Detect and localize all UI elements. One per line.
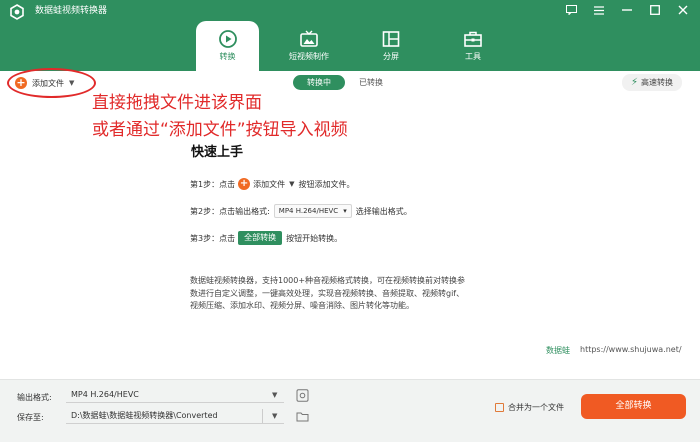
tab-converting[interactable]: 转换中: [293, 75, 345, 90]
annotation-line-1: 直接拖拽文件进该界面: [92, 93, 262, 113]
tab-converted[interactable]: 已转换: [345, 75, 397, 90]
merge-label: 合并为一个文件: [508, 403, 564, 412]
step1-prefix: 第1步：点击: [190, 179, 236, 189]
convert-icon: [218, 30, 237, 48]
window-controls: [564, 3, 690, 17]
tab-convert[interactable]: 转换: [196, 21, 259, 71]
status-segment: 转换中 已转换: [293, 75, 397, 90]
feedback-icon[interactable]: [564, 3, 578, 17]
step3-prefix: 第3步：点击: [190, 233, 236, 243]
step-2: 第2步：点击输出格式: MP4 H.264/HEVC ▾ 选择输出格式。: [190, 204, 412, 218]
format-chip: MP4 H.264/HEVC ▾: [273, 204, 352, 218]
convert-all-button[interactable]: 全部转换: [581, 394, 686, 419]
step1-suffix: 按钮添加文件。: [298, 179, 355, 189]
close-icon[interactable]: [676, 3, 690, 17]
chevron-down-icon: ▾: [343, 207, 347, 215]
tab-tools-label: 工具: [465, 52, 481, 61]
output-format-label: 输出格式:: [17, 393, 52, 402]
tab-split-screen-label: 分屏: [383, 52, 399, 61]
divider: [262, 409, 263, 423]
folder-icon[interactable]: [296, 410, 309, 423]
save-to-label: 保存至:: [17, 413, 44, 422]
chevron-down-icon[interactable]: ▼: [272, 391, 277, 399]
app-description: 数据蛙视频转换器，支持1000+种音视频格式转换，可在视频转换前对转换参 数进行…: [190, 275, 510, 313]
tab-split-screen[interactable]: 分屏: [359, 21, 423, 71]
save-path-select[interactable]: D:\数据蛙\数据蛙视频转换器\Converted: [66, 408, 284, 424]
step2-suffix: 选择输出格式。: [355, 206, 412, 216]
high-speed-button[interactable]: ⚡ 高速转换: [622, 74, 682, 91]
step1-button-label: 添加文件: [253, 179, 286, 189]
website-link[interactable]: https://www.shujuwa.net/: [580, 345, 682, 354]
quickstart-title: 快速上手: [191, 145, 244, 160]
highlight-ring: [7, 68, 96, 98]
annotation-line-2: 或者通过“添加文件”按钮导入视频: [92, 120, 348, 140]
chevron-down-icon: ▼: [289, 180, 295, 188]
merge-checkbox[interactable]: [495, 403, 504, 412]
title-header: 数据蛙视频转换器 转换 短视频制作 分屏 工具: [0, 0, 700, 71]
minimize-icon[interactable]: [620, 3, 634, 17]
menu-icon[interactable]: [592, 3, 606, 17]
description-line-2: 数进行自定义调整，一键高效处理，实现音视频转换、音频提取、视频转gif、: [190, 288, 465, 298]
description-line-1: 数据蛙视频转换器，支持1000+种音视频格式转换，可在视频转换前对转换参: [190, 276, 466, 285]
step2-prefix: 第2步：点击输出格式:: [190, 206, 270, 216]
tab-tools[interactable]: 工具: [441, 21, 505, 71]
tab-convert-label: 转换: [219, 52, 236, 61]
high-speed-label: 高速转换: [641, 78, 674, 87]
output-format-select[interactable]: MP4 H.264/HEVC: [66, 387, 284, 403]
tv-icon: [300, 30, 318, 47]
split-screen-icon: [382, 31, 400, 47]
step3-suffix: 按钮开始转换。: [286, 233, 343, 243]
toolbox-icon: [464, 31, 482, 47]
step-1: 第1步：点击 + 添加文件 ▼ 按钮添加文件。: [190, 177, 354, 191]
step-3: 第3步：点击 全部转换 按钮开始转换。: [190, 231, 342, 245]
chevron-down-icon[interactable]: ▼: [272, 412, 277, 420]
description-line-3: 视频压缩、添加水印、视频分屏、噪音消除、图片转化等功能。: [190, 301, 414, 310]
convert-all-chip: 全部转换: [238, 231, 283, 245]
tab-short-video[interactable]: 短视频制作: [277, 21, 341, 71]
app-logo: [10, 4, 24, 20]
format-settings-icon[interactable]: [296, 389, 309, 402]
maximize-icon[interactable]: [648, 3, 662, 17]
drop-zone-panel[interactable]: [0, 71, 700, 379]
tab-short-video-label: 短视频制作: [289, 52, 329, 61]
brand-link[interactable]: 数据蛙: [546, 345, 570, 356]
plus-icon: +: [238, 178, 251, 190]
main-tabs: 转换 短视频制作 分屏 工具: [196, 21, 523, 71]
app-title: 数据蛙视频转换器: [35, 6, 108, 16]
merge-option[interactable]: 合并为一个文件: [495, 402, 564, 413]
lightning-icon: ⚡: [630, 77, 639, 88]
format-chip-label: MP4 H.264/HEVC: [278, 207, 339, 215]
